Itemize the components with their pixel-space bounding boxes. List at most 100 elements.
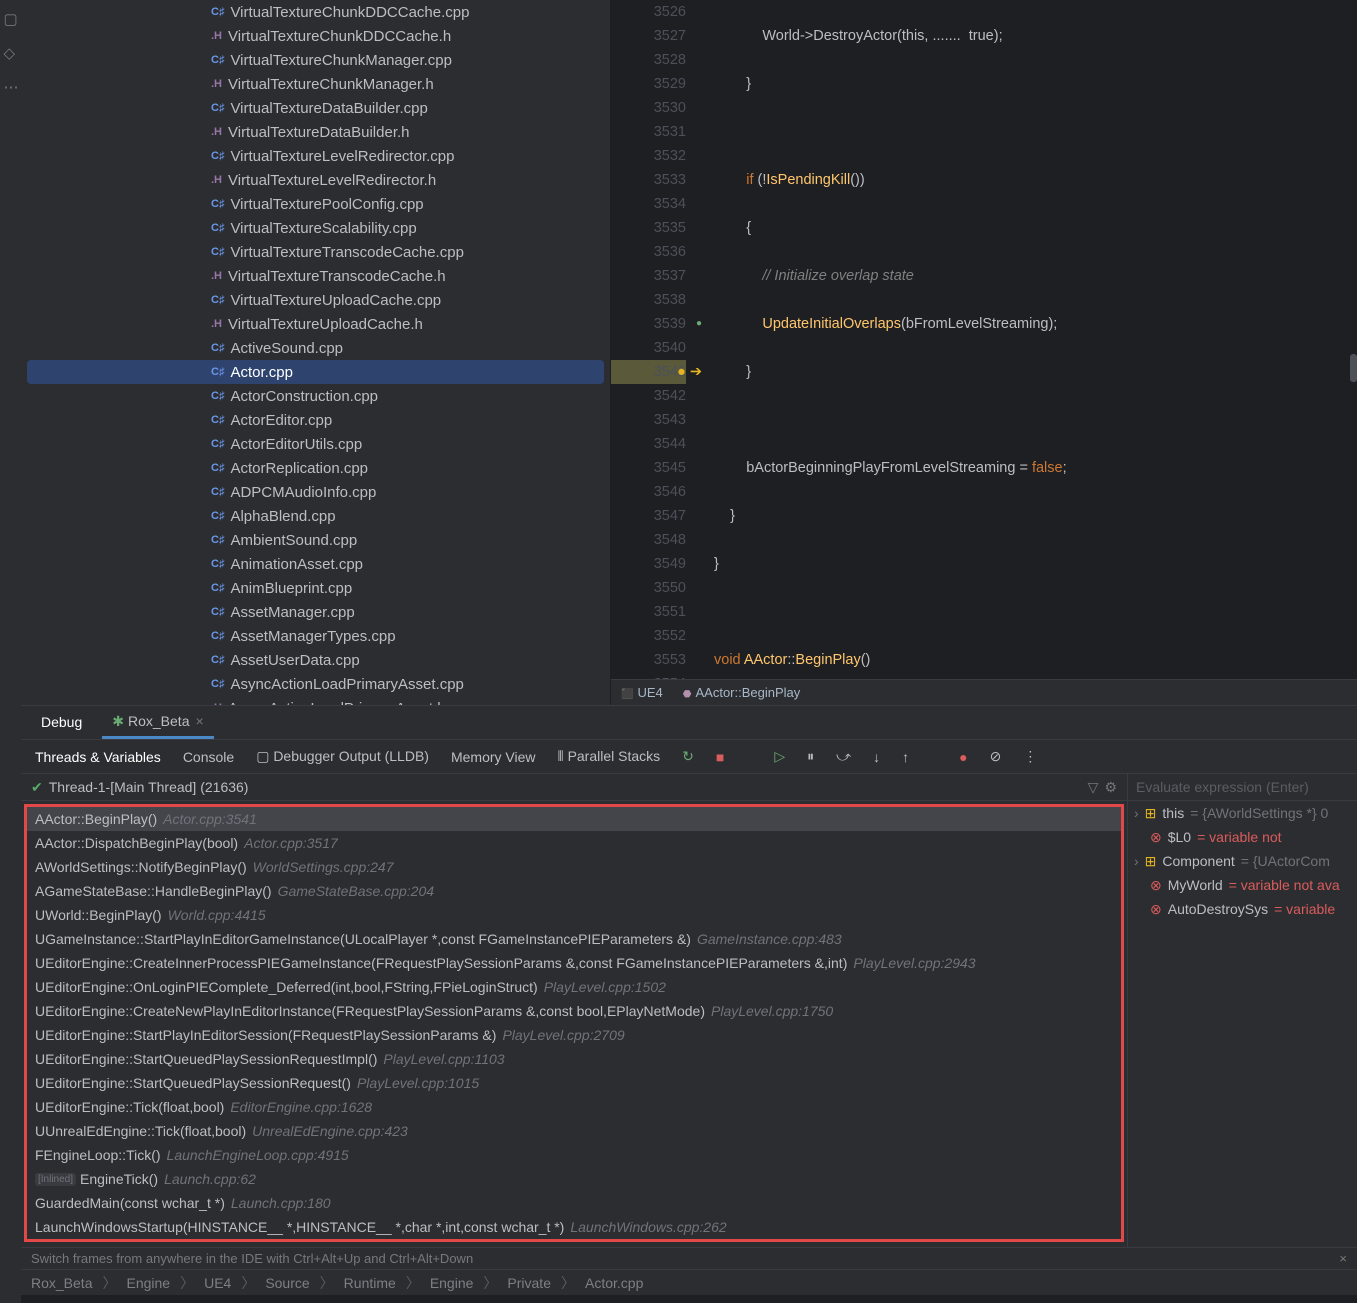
resume-icon[interactable]: ▷ <box>774 748 785 765</box>
btn-parallel-stacks[interactable]: ⦀ Parallel Stacks <box>558 748 661 765</box>
tree-item[interactable]: C♯VirtualTextureDataBuilder.cpp <box>21 96 610 120</box>
variable-row[interactable]: ⊗$L0 = variable not <box>1128 825 1357 849</box>
stack-frame[interactable]: AActor::BeginPlay()Actor.cpp:3541 <box>27 807 1121 831</box>
step-into-icon[interactable]: ↓ <box>873 749 880 765</box>
close-icon[interactable]: × <box>195 713 203 729</box>
stack-frame[interactable]: AWorldSettings::NotifyBeginPlay()WorldSe… <box>27 855 1121 879</box>
stack-frame[interactable]: GuardedMain(const wchar_t *)Launch.cpp:1… <box>27 1191 1121 1215</box>
stack-frame[interactable]: AActor::DispatchBeginPlay(bool)Actor.cpp… <box>27 831 1121 855</box>
tree-item[interactable]: .HVirtualTextureTranscodeCache.h <box>21 264 610 288</box>
rerun-icon[interactable]: ↻ <box>682 748 694 765</box>
tree-item[interactable]: C♯VirtualTextureChunkManager.cpp <box>21 48 610 72</box>
crumb[interactable]: Engine <box>426 1275 478 1291</box>
tree-item[interactable]: .HVirtualTextureUploadCache.h <box>21 312 610 336</box>
mute-breakpoints-icon[interactable]: ⊘ <box>990 748 1002 765</box>
stack-frame[interactable]: UEditorEngine::OnLoginPIEComplete_Deferr… <box>27 975 1121 999</box>
view-breakpoints-icon[interactable]: ● <box>959 749 967 765</box>
thread-selector[interactable]: ✔ Thread-1-[Main Thread] (21636) ▽ ⚙ <box>21 774 1127 801</box>
tree-item[interactable]: C♯AnimationAsset.cpp <box>21 552 610 576</box>
tree-item[interactable]: C♯AlphaBlend.cpp <box>21 504 610 528</box>
tree-item[interactable]: C♯VirtualTextureLevelRedirector.cpp <box>21 144 610 168</box>
step-out-icon[interactable]: ↑ <box>902 749 909 765</box>
settings-icon[interactable]: ⚙ <box>1104 779 1117 796</box>
stack-frame[interactable]: AGameStateBase::HandleBeginPlay()GameSta… <box>27 879 1121 903</box>
stack-frame[interactable]: FEngineLoop::Tick()LaunchEngineLoop.cpp:… <box>27 1143 1121 1167</box>
more-icon[interactable]: ⋯ <box>4 78 18 92</box>
tree-item[interactable]: C♯VirtualTextureUploadCache.cpp <box>21 288 610 312</box>
tree-item[interactable]: C♯AsyncActionLoadPrimaryAsset.cpp <box>21 672 610 696</box>
variable-row[interactable]: ⊗AutoDestroySys = variable <box>1128 897 1357 921</box>
tree-item[interactable]: .HAsyncActionLoadPrimaryAsset.h <box>21 696 610 705</box>
file-name: VirtualTextureScalability.cpp <box>230 220 416 237</box>
code-body[interactable]: World->DestroyActor(this, ....... true);… <box>706 0 1357 679</box>
tree-item[interactable]: C♯AssetManagerTypes.cpp <box>21 624 610 648</box>
bug-icon: ✱ <box>112 713 124 729</box>
context-bar: ⬛UE4 ⬣AActor::BeginPlay <box>611 679 1357 705</box>
tree-item[interactable]: .HVirtualTextureLevelRedirector.h <box>21 168 610 192</box>
more-actions-icon[interactable]: ⋮ <box>1023 748 1037 765</box>
tree-item[interactable]: C♯VirtualTextureScalability.cpp <box>21 216 610 240</box>
crumb[interactable]: Rox_Beta <box>27 1275 96 1291</box>
tree-item[interactable]: .HVirtualTextureChunkDDCCache.h <box>21 24 610 48</box>
tree-item[interactable]: C♯ADPCMAudioInfo.cpp <box>21 480 610 504</box>
tree-item[interactable]: .HVirtualTextureChunkManager.h <box>21 72 610 96</box>
project-icon[interactable]: ▢ <box>4 10 18 24</box>
tree-item[interactable]: C♯ActorConstruction.cpp <box>21 384 610 408</box>
stack-frame[interactable]: LaunchWindowsStartup(HINSTANCE__ *,HINST… <box>27 1215 1121 1239</box>
tree-item[interactable]: C♯AssetUserData.cpp <box>21 648 610 672</box>
tree-item[interactable]: C♯AnimBlueprint.cpp <box>21 576 610 600</box>
cpp-file-icon: C♯ <box>211 438 224 450</box>
stack-frame[interactable]: UEditorEngine::CreateNewPlayInEditorInst… <box>27 999 1121 1023</box>
evaluate-input[interactable]: Evaluate expression (Enter) <box>1128 774 1357 801</box>
stack-frame[interactable]: UEditorEngine::CreateInnerProcessPIEGame… <box>27 951 1121 975</box>
filter-icon[interactable]: ▽ <box>1088 779 1099 796</box>
close-hint-icon[interactable]: × <box>1339 1251 1347 1266</box>
stack-frame[interactable]: UUnrealEdEngine::Tick(float,bool)UnrealE… <box>27 1119 1121 1143</box>
cpp-file-icon: C♯ <box>211 6 224 18</box>
stack-frame[interactable]: UWorld::BeginPlay()World.cpp:4415 <box>27 903 1121 927</box>
file-name: VirtualTextureUploadCache.h <box>228 316 423 333</box>
stop-icon[interactable]: ■ <box>716 749 724 765</box>
stack-frame[interactable]: UEditorEngine::Tick(float,bool)EditorEng… <box>27 1095 1121 1119</box>
crumb[interactable]: Engine <box>122 1275 174 1291</box>
stack-frame[interactable]: UEditorEngine::StartQueuedPlaySessionReq… <box>27 1047 1121 1071</box>
tab-debug[interactable]: Debug <box>31 708 92 739</box>
stack-frames[interactable]: AActor::BeginPlay()Actor.cpp:3541AActor:… <box>24 804 1124 1242</box>
tree-item[interactable]: C♯ActorReplication.cpp <box>21 456 610 480</box>
crumb[interactable]: Runtime <box>340 1275 400 1291</box>
commit-icon[interactable]: ◇ <box>4 44 18 58</box>
file-tree[interactable]: C♯VirtualTextureChunkDDCCache.cpp.HVirtu… <box>21 0 611 705</box>
btn-threads-vars[interactable]: Threads & Variables <box>35 749 161 765</box>
tab-run-config[interactable]: ✱Rox_Beta× <box>102 707 213 739</box>
stack-frame[interactable]: UGameInstance::StartPlayInEditorGameInst… <box>27 927 1121 951</box>
crumb[interactable]: Private <box>503 1275 555 1291</box>
stack-frame[interactable]: [Inlined]EngineTick()Launch.cpp:62 <box>27 1167 1121 1191</box>
crumb[interactable]: Actor.cpp <box>581 1275 647 1291</box>
tree-item[interactable]: .HVirtualTextureDataBuilder.h <box>21 120 610 144</box>
tree-item[interactable]: C♯VirtualTexturePoolConfig.cpp <box>21 192 610 216</box>
tree-item[interactable]: C♯ActiveSound.cpp <box>21 336 610 360</box>
tree-item[interactable]: C♯ActorEditor.cpp <box>21 408 610 432</box>
stack-frame[interactable]: UEditorEngine::StartPlayInEditorSession(… <box>27 1023 1121 1047</box>
btn-memory-view[interactable]: Memory View <box>451 749 536 765</box>
step-over-icon[interactable]: ⤻ <box>836 748 851 765</box>
variable-row[interactable]: ⊗MyWorld = variable not ava <box>1128 873 1357 897</box>
btn-debugger-output[interactable]: ▢ Debugger Output (LLDB) <box>256 748 429 765</box>
project-pill[interactable]: UE4 <box>637 685 662 700</box>
crumb[interactable]: UE4 <box>200 1275 235 1291</box>
variable-row[interactable]: ›⊞Component = {UActorCom <box>1128 849 1357 873</box>
variable-row[interactable]: ›⊞this = {AWorldSettings *} 0 <box>1128 801 1357 825</box>
crumb[interactable]: Source <box>261 1275 313 1291</box>
pause-icon[interactable]: ⏸ <box>807 748 814 765</box>
tree-item[interactable]: C♯AssetManager.cpp <box>21 600 610 624</box>
function-pill[interactable]: AActor::BeginPlay <box>695 685 800 700</box>
btn-console[interactable]: Console <box>183 749 234 765</box>
tree-item[interactable]: C♯ActorEditorUtils.cpp <box>21 432 610 456</box>
tree-item[interactable]: C♯VirtualTextureTranscodeCache.cpp <box>21 240 610 264</box>
tree-item[interactable]: C♯Actor.cpp <box>27 360 604 384</box>
stack-frame[interactable]: UEditorEngine::StartQueuedPlaySessionReq… <box>27 1071 1121 1095</box>
tree-item[interactable]: C♯AmbientSound.cpp <box>21 528 610 552</box>
tree-item[interactable]: C♯VirtualTextureChunkDDCCache.cpp <box>21 0 610 24</box>
breadcrumb[interactable]: Rox_Beta〉Engine〉UE4〉Source〉Runtime〉Engin… <box>21 1269 1357 1295</box>
cpp-file-icon: C♯ <box>211 198 224 210</box>
